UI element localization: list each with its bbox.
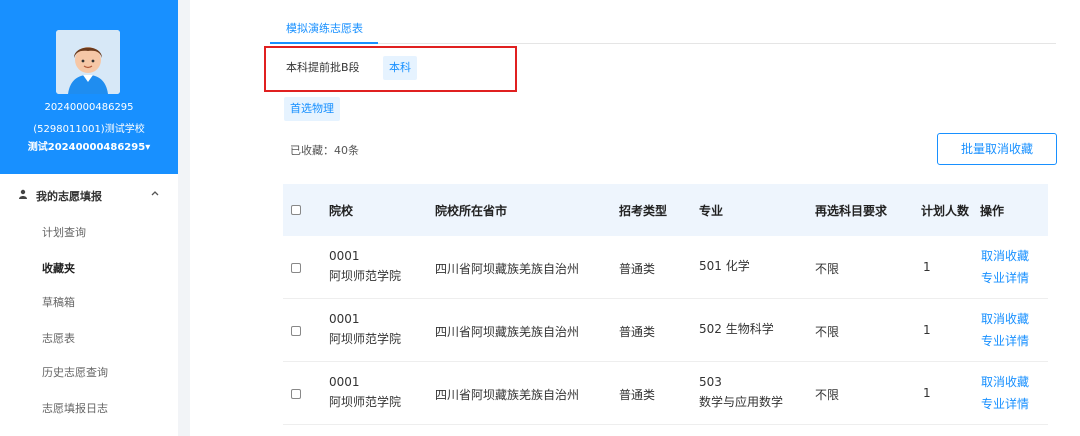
table-row: 0001 阿坝师范学院 四川省阿坝藏族羌族自治州 普通类 502 生物科学 不限… (283, 299, 1048, 362)
row-checkbox[interactable] (291, 389, 301, 399)
sidebar-item-application-form[interactable]: 志愿表 (42, 330, 75, 346)
major-cell: 501 化学 (699, 256, 750, 276)
col-major: 专业 (699, 204, 724, 218)
subjects-cell: 不限 (815, 388, 840, 402)
type-cell: 普通类 (619, 388, 656, 402)
col-type: 招考类型 (619, 204, 668, 218)
chevron-down-icon: ▾ (145, 142, 151, 153)
major-line-2: 数学与应用数学 (699, 395, 784, 409)
tab-divider (270, 43, 1056, 44)
select-all-checkbox[interactable] (291, 205, 301, 215)
plan-cell: 1 (923, 260, 931, 274)
location-cell: 四川省阿坝藏族羌族自治州 (435, 388, 580, 402)
major-detail-link[interactable]: 专业详情 (981, 268, 1029, 288)
major-line-1: 501 化学 (699, 259, 750, 273)
type-cell: 普通类 (619, 325, 656, 339)
school-name: 阿坝师范学院 (329, 332, 402, 346)
profile-card: 20240000486295 (5298011001)测试学校 测试202400… (0, 0, 178, 174)
school-name: 阿坝师范学院 (329, 269, 402, 283)
sidebar-item-plan-query[interactable]: 计划查询 (42, 224, 86, 240)
nav-group-label: 我的志愿填报 (36, 190, 102, 203)
row-checkbox[interactable] (291, 263, 301, 273)
table-row: 0001 阿坝师范学院 四川省阿坝藏族羌族自治州 普通类 501 化学 不限 1… (283, 236, 1048, 299)
col-location: 院校所在省市 (435, 204, 508, 218)
major-line-1: 502 生物科学 (699, 322, 774, 336)
school-name: 阿坝师范学院 (329, 395, 402, 409)
batch-filter-undergrad[interactable]: 本科 (383, 56, 417, 80)
cancel-favorite-link[interactable]: 取消收藏 (981, 309, 1029, 329)
school-cell: 0001 阿坝师范学院 (329, 309, 401, 349)
batch-cancel-favorites-button[interactable]: 批量取消收藏 (937, 133, 1057, 165)
major-cell: 502 生物科学 (699, 319, 774, 339)
user-name: 测试20240000486295 (27, 142, 146, 153)
table-row: 0001 阿坝师范学院 四川省阿坝藏族羌族自治州 普通类 503 数学与应用数学… (283, 362, 1048, 425)
page: 20240000486295 (5298011001)测试学校 测试202400… (0, 0, 1080, 436)
school-code: 0001 (329, 312, 360, 326)
col-plan: 计划人数 (921, 204, 970, 218)
avatar (56, 30, 120, 94)
person-icon (18, 189, 28, 202)
user-menu[interactable]: 测试20240000486295▾ (0, 138, 178, 153)
subject-filter-physics[interactable]: 首选物理 (284, 97, 340, 121)
type-cell: 普通类 (619, 262, 656, 276)
sidebar-item-favorites[interactable]: 收藏夹 (42, 260, 75, 276)
location-cell: 四川省阿坝藏族羌族自治州 (435, 262, 580, 276)
subjects-cell: 不限 (815, 262, 840, 276)
major-line-1: 503 (699, 375, 722, 389)
batch-filter-early-b[interactable]: 本科提前批B段 (280, 56, 366, 80)
school-cell: 0001 阿坝师范学院 (329, 372, 401, 412)
sidebar-item-history[interactable]: 历史志愿查询 (42, 364, 108, 380)
user-school: (5298011001)测试学校 (33, 124, 145, 135)
school-cell: 0001 阿坝师范学院 (329, 246, 401, 286)
sidebar: 20240000486295 (5298011001)测试学校 测试202400… (0, 0, 178, 436)
row-checkbox[interactable] (291, 326, 301, 336)
major-detail-link[interactable]: 专业详情 (981, 331, 1029, 351)
tab-mock-form[interactable]: 模拟演练志愿表 (286, 20, 363, 36)
table-header: 院校 院校所在省市 招考类型 专业 再选科目要求 计划人数 操作 (283, 184, 1048, 236)
main-panel: 模拟演练志愿表 本科提前批B段 本科 首选物理 已收藏：40条 批量取消收藏 院… (190, 0, 1080, 436)
col-subjects: 再选科目要求 (815, 204, 888, 218)
major-detail-link[interactable]: 专业详情 (981, 394, 1029, 414)
nav-group-my-applications[interactable]: 我的志愿填报 (0, 180, 178, 210)
col-ops: 操作 (980, 204, 1005, 218)
avatar-person-icon (56, 30, 120, 94)
user-id: 20240000486295 (44, 102, 134, 113)
subjects-cell: 不限 (815, 325, 840, 339)
chevron-up-icon (150, 188, 160, 201)
cancel-favorite-link[interactable]: 取消收藏 (981, 372, 1029, 392)
tab-active-indicator (270, 42, 378, 44)
location-cell: 四川省阿坝藏族羌族自治州 (435, 325, 580, 339)
col-school: 院校 (329, 204, 354, 218)
favorites-count: 已收藏：40条 (290, 144, 359, 157)
plan-cell: 1 (923, 323, 931, 337)
plan-cell: 1 (923, 386, 931, 400)
school-code: 0001 (329, 249, 360, 263)
sidebar-item-drafts[interactable]: 草稿箱 (42, 294, 75, 310)
school-code: 0001 (329, 375, 360, 389)
major-cell: 503 数学与应用数学 (699, 372, 783, 412)
cancel-favorite-link[interactable]: 取消收藏 (981, 246, 1029, 266)
sidebar-item-log[interactable]: 志愿填报日志 (42, 400, 108, 416)
